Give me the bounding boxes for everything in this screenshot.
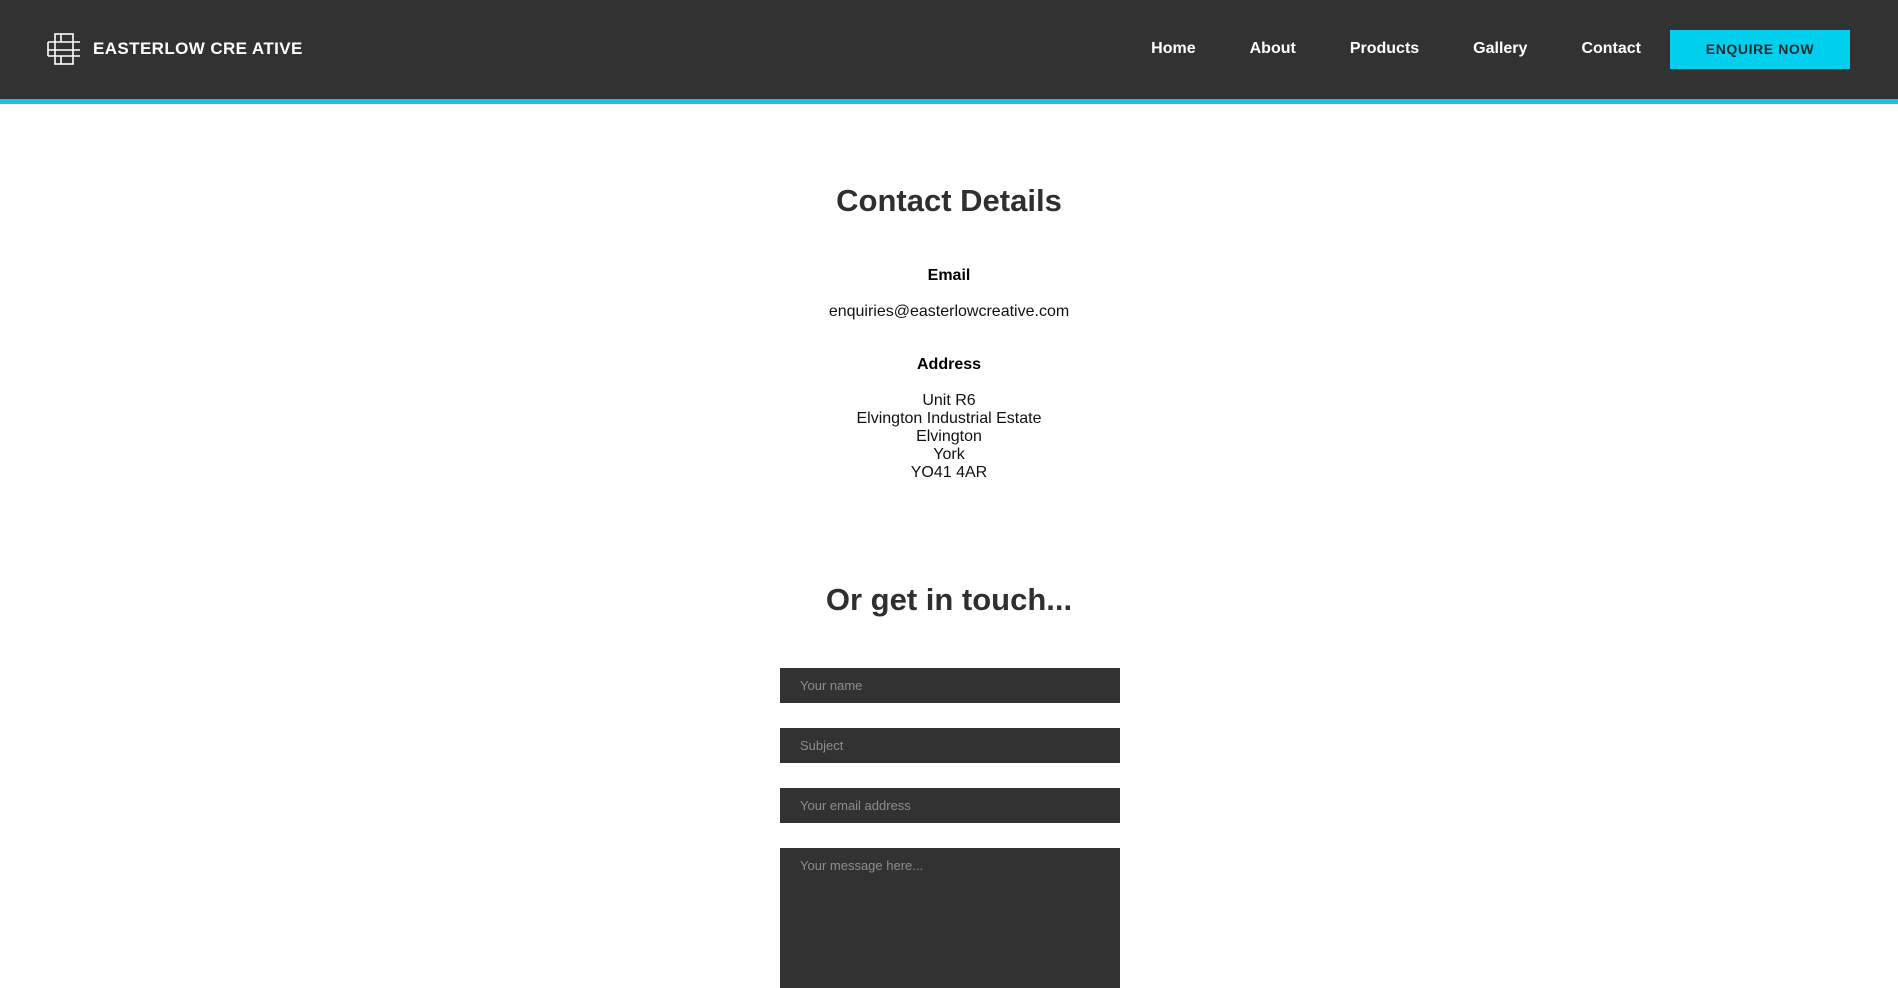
address-label: Address: [916, 356, 982, 373]
email-value[interactable]: enquiries@easterlowcreative.com: [0, 303, 1898, 321]
address-line: Unit R6: [922, 392, 976, 409]
contact-details-heading: Contact Details: [836, 183, 1062, 218]
logo[interactable]: EASTERLOW CRE ATIVE: [47, 32, 303, 66]
nav-about[interactable]: About: [1250, 40, 1296, 58]
message-textarea[interactable]: [780, 848, 1120, 988]
site-header: EASTERLOW CRE ATIVE Home About Products …: [0, 0, 1898, 104]
nav-contact[interactable]: Contact: [1581, 40, 1641, 58]
logo-text: EASTERLOW CRE ATIVE: [93, 39, 303, 58]
get-in-touch-heading: Or get in touch...: [825, 582, 1073, 617]
subject-input[interactable]: [780, 728, 1120, 763]
name-input[interactable]: [780, 668, 1120, 703]
enquire-now-button[interactable]: ENQUIRE NOW: [1670, 29, 1850, 69]
address-line: Elvington: [916, 428, 982, 445]
main-nav: Home About Products Gallery Contact ENQU…: [1151, 29, 1850, 69]
easterlow-monogram-icon: [47, 33, 80, 65]
email-label: Email: [927, 267, 971, 284]
address-line: Elvington Industrial Estate: [856, 410, 1042, 427]
address-line: YO41 4AR: [910, 464, 988, 481]
address-line: York: [933, 446, 965, 463]
nav-home[interactable]: Home: [1151, 40, 1195, 58]
nav-gallery[interactable]: Gallery: [1473, 40, 1527, 58]
nav-products[interactable]: Products: [1350, 40, 1419, 58]
address-block: Unit R6 Elvington Industrial Estate Elvi…: [0, 392, 1898, 482]
email-input[interactable]: [780, 788, 1120, 823]
